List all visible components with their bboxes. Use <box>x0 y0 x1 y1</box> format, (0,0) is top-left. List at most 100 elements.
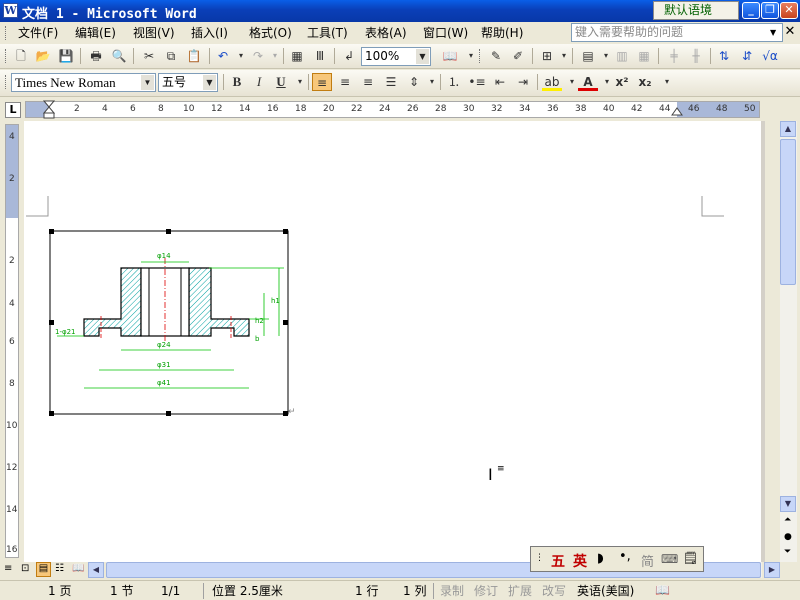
next-page-icon[interactable]: ⏷ <box>784 547 791 557</box>
split-cells-icon[interactable]: ▦ <box>634 47 654 65</box>
ime-toolbar[interactable]: ⋮ 五 英 ◗ •, 简 ⌨ 🗒 <box>530 546 704 572</box>
print-layout-view-icon[interactable]: ▤ <box>36 562 51 577</box>
font-color-icon[interactable]: A <box>578 73 598 91</box>
status-record[interactable]: 录制 <box>440 584 464 598</box>
redo-dropdown-icon[interactable]: ▾ <box>265 47 285 65</box>
edit-icon[interactable]: ✎ <box>486 47 506 65</box>
right-indent-marker[interactable] <box>671 105 683 117</box>
ime-mode-cn[interactable]: 五 <box>551 551 565 571</box>
mechanical-drawing[interactable]: φ14 φ24 φ31 φ41 1-φ21 h1 h2 b ↵ <box>49 228 294 418</box>
highlight-icon[interactable]: ab <box>542 73 562 91</box>
increase-indent-icon[interactable]: ⇥ <box>513 73 533 91</box>
insert-table-icon[interactable]: ▦ <box>287 47 307 65</box>
menu-help[interactable]: 帮助(H) <box>481 25 523 41</box>
line-spacing-dropdown-icon[interactable]: ▾ <box>422 73 442 91</box>
outline-view-icon[interactable]: ☷ <box>55 563 64 574</box>
superscript-button[interactable]: x² <box>612 73 632 91</box>
decrease-indent-icon[interactable]: ⇤ <box>490 73 510 91</box>
help-dropdown-icon[interactable]: ▼ <box>770 28 776 37</box>
underline-button[interactable]: U <box>271 73 291 91</box>
edit-options-icon[interactable]: ✐ <box>508 47 528 65</box>
punctuation-icon[interactable]: •, <box>619 549 631 564</box>
prev-page-icon[interactable]: ⏶ <box>784 515 791 525</box>
toolbar-grip[interactable] <box>479 49 482 63</box>
align-justify-button[interactable]: ≡ <box>312 73 332 91</box>
underline-dropdown-icon[interactable]: ▾ <box>290 73 310 91</box>
first-line-indent-marker[interactable] <box>43 100 55 120</box>
scroll-left-button[interactable]: ◀ <box>88 562 104 578</box>
menu-grip[interactable] <box>5 26 8 40</box>
vertical-scrollbar[interactable]: ▲ ▼ ⏶ ● ⏷ <box>780 121 797 562</box>
chevron-down-icon[interactable]: ▼ <box>203 75 216 90</box>
help-search-input[interactable]: 键入需要帮助的问题 <box>571 23 783 42</box>
ime-mode-en[interactable]: 英 <box>573 551 587 571</box>
columns-icon[interactable]: Ⅲ <box>310 47 330 65</box>
spelling-check-icon[interactable]: 📖 <box>655 583 670 597</box>
restore-button[interactable]: ❐ <box>761 2 779 19</box>
sort-descending-icon[interactable]: ⇵ <box>737 47 757 65</box>
save-icon[interactable]: 💾 <box>56 47 76 65</box>
document-page[interactable]: φ14 φ24 φ31 φ41 1-φ21 h1 h2 b ↵ I ≡ <box>24 121 761 562</box>
half-width-icon[interactable]: ◗ <box>597 551 604 566</box>
menu-file[interactable]: 文件(F) <box>18 25 58 41</box>
print-icon[interactable]: 🖶 <box>86 47 106 65</box>
italic-button[interactable]: I <box>249 73 269 91</box>
paste-icon[interactable]: 📋 <box>184 47 204 65</box>
menu-view[interactable]: 视图(V) <box>133 25 175 41</box>
scroll-thumb[interactable] <box>780 139 796 285</box>
menu-edit[interactable]: 编辑(E) <box>75 25 116 41</box>
print-preview-icon[interactable]: 🔍 <box>109 47 129 65</box>
chevron-down-icon[interactable]: ▼ <box>416 49 429 64</box>
distribute-cols-icon[interactable]: ╫ <box>686 47 706 65</box>
minimize-button[interactable]: _ <box>742 2 760 19</box>
menu-format[interactable]: 格式(O) <box>249 25 292 41</box>
scroll-up-button[interactable]: ▲ <box>780 121 796 137</box>
distribute-rows-icon[interactable]: ╪ <box>664 47 684 65</box>
close-window-button[interactable]: ✕ <box>780 2 798 19</box>
ime-settings-icon[interactable]: 🗒 <box>683 551 698 565</box>
normal-view-icon[interactable]: ≡ <box>4 563 12 574</box>
ime-simplified[interactable]: 简 <box>641 551 654 570</box>
chevron-down-icon[interactable]: ▼ <box>141 75 154 90</box>
copy-icon[interactable]: ⧉ <box>161 47 181 65</box>
browse-object-icon[interactable]: ● <box>784 532 792 542</box>
numbering-icon[interactable]: ⒈ <box>444 73 464 91</box>
formula-icon[interactable]: √α <box>760 47 780 65</box>
menu-table[interactable]: 表格(A) <box>365 25 407 41</box>
menu-tools[interactable]: 工具(T) <box>307 25 348 41</box>
font-size-select[interactable]: 五号 ▼ <box>158 73 218 92</box>
cut-icon[interactable]: ✂ <box>139 47 159 65</box>
distributed-align-button[interactable]: ☰ <box>381 73 401 91</box>
new-doc-icon[interactable]: 🗋 <box>11 47 31 65</box>
ime-grip[interactable]: ⋮ <box>535 553 544 563</box>
align-center-button[interactable]: ≡ <box>335 73 355 91</box>
undo-icon[interactable]: ↶ <box>213 47 233 65</box>
status-track-changes[interactable]: 修订 <box>474 584 498 598</box>
reading-view-icon[interactable]: 📖 <box>72 563 84 574</box>
research-icon[interactable]: 📖 <box>440 47 460 65</box>
language-mode-indicator[interactable]: 默认语境 <box>653 1 739 20</box>
borders-dropdown-icon[interactable]: ▾ <box>554 47 574 65</box>
show-formatting-icon[interactable]: ↲ <box>339 47 359 65</box>
bold-button[interactable]: B <box>227 73 247 91</box>
toolbar-grip[interactable] <box>5 49 8 63</box>
close-document-button[interactable]: ✕ <box>784 24 796 40</box>
soft-keyboard-icon[interactable]: ⌨ <box>661 552 678 566</box>
status-extend[interactable]: 扩展 <box>508 584 532 598</box>
scroll-right-button[interactable]: ▶ <box>764 562 780 578</box>
word-app-icon[interactable]: W <box>3 3 18 18</box>
toolbar-grip[interactable] <box>5 75 8 89</box>
sort-ascending-icon[interactable]: ⇅ <box>714 47 734 65</box>
merge-cells-icon[interactable]: ▥ <box>612 47 632 65</box>
tab-selector-button[interactable]: L <box>5 102 21 118</box>
bullets-icon[interactable]: •≡ <box>467 73 487 91</box>
toolbar-options-icon[interactable]: ▾ <box>657 73 677 91</box>
toolbar-options-icon[interactable]: ▾ <box>461 47 481 65</box>
zoom-select[interactable]: 100% ▼ <box>361 47 431 66</box>
subscript-button[interactable]: x₂ <box>635 73 655 91</box>
scroll-down-button[interactable]: ▼ <box>780 496 796 512</box>
open-folder-icon[interactable]: 📂 <box>33 47 53 65</box>
table-icon[interactable]: ▤ <box>578 47 598 65</box>
line-spacing-icon[interactable]: ⇕ <box>404 73 424 91</box>
font-select[interactable]: Times New Roman ▼ <box>11 73 156 92</box>
